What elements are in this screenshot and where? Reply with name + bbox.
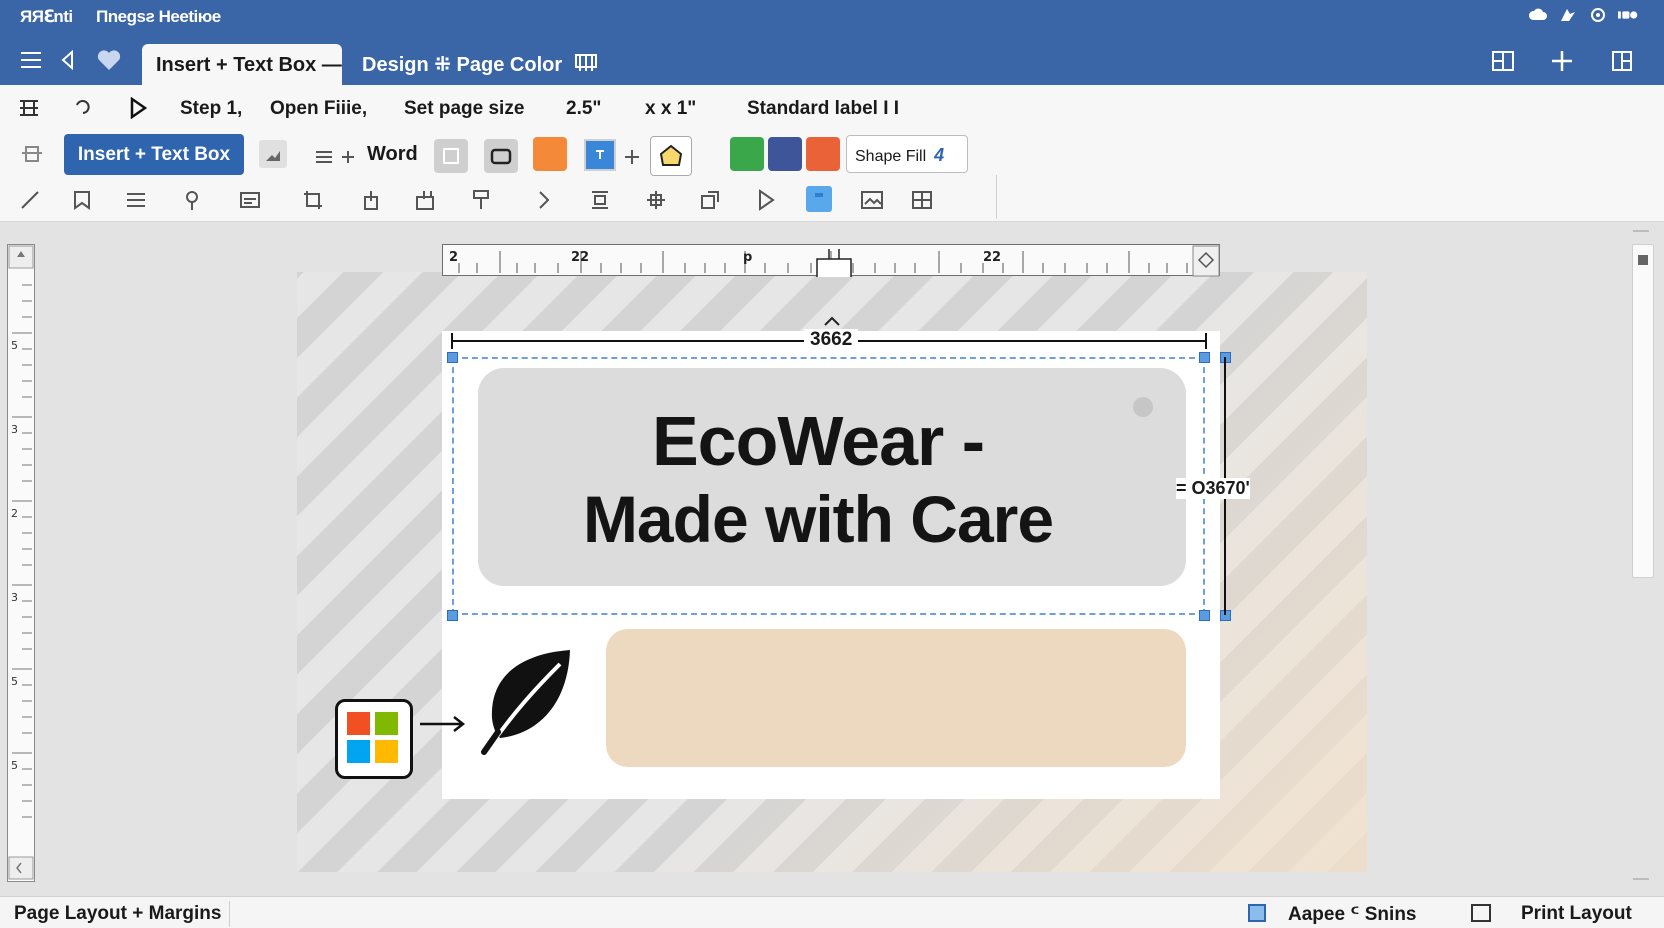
status-bar: Page Layout + Margins Aapee ᑦ Snins Prin… — [0, 896, 1664, 928]
step-open-file: Open Fiiie, — [270, 98, 368, 119]
resize-handle-bl[interactable] — [447, 610, 458, 621]
picture-icon[interactable] — [858, 186, 886, 214]
color-swatch-orange[interactable] — [533, 137, 567, 171]
resize-icon[interactable] — [412, 186, 440, 214]
format-painter-icon[interactable] — [468, 186, 496, 214]
status-mid-text[interactable]: Aapee ᑦ Snins — [1288, 903, 1417, 926]
undo-icon[interactable] — [68, 94, 96, 122]
size-width: 2.5" — [566, 98, 602, 119]
crop-icon[interactable] — [299, 186, 327, 214]
clipboard-icon[interactable] — [806, 186, 832, 212]
selection-outline[interactable] — [452, 357, 1205, 615]
ruler-mark-4: 22 — [983, 250, 1001, 265]
tab-insert[interactable]: Insert + Text Box — — [142, 44, 342, 85]
share-icon[interactable] — [1558, 5, 1578, 25]
info-text-box[interactable] — [606, 629, 1186, 767]
rotate-icon[interactable] — [696, 186, 724, 214]
step-set-page-size: Set page size — [404, 98, 525, 119]
book-icon[interactable] — [574, 52, 598, 76]
menu-icon[interactable] — [18, 47, 44, 73]
align-center-icon[interactable] — [586, 186, 614, 214]
align-icon[interactable] — [122, 186, 150, 214]
layout-icon[interactable] — [1489, 47, 1517, 75]
title-icons — [1528, 5, 1638, 25]
svg-text:2: 2 — [11, 507, 18, 520]
scroll-dash-top — [1633, 230, 1649, 232]
width-dimension-label: 3662 — [804, 329, 859, 351]
height-dimension-label: = O3670' — [1176, 478, 1250, 499]
document-title: Πnegsƨ Heetiюe — [96, 7, 221, 26]
ruler-mark-1: 2 — [449, 250, 458, 265]
color-swatch-green[interactable] — [730, 137, 764, 171]
print-layout-view[interactable]: Print Layout — [1521, 903, 1632, 925]
move-icon[interactable] — [642, 186, 670, 214]
step-1: Step 1, — [180, 98, 243, 119]
leaf-icon — [481, 650, 570, 755]
ribbon-separator — [996, 175, 997, 219]
bookmark-icon[interactable] — [68, 186, 96, 214]
scroll-dash-bottom — [1633, 878, 1649, 880]
square-icon[interactable] — [434, 139, 468, 173]
back-icon[interactable] — [54, 47, 80, 73]
plus-icon[interactable] — [618, 143, 646, 171]
heart-icon[interactable] — [96, 47, 122, 73]
vertical-scrollbar[interactable] — [1632, 244, 1654, 578]
cloud-icon[interactable] — [1528, 5, 1548, 25]
plus-small-icon[interactable] — [334, 143, 362, 171]
vertical-ruler[interactable]: 5 3 2 3 5 5 — [7, 244, 35, 882]
svg-text:5: 5 — [11, 759, 18, 772]
color-swatch-red[interactable] — [806, 137, 840, 171]
status-divider — [229, 901, 230, 927]
size-height: x x 1" — [645, 98, 697, 119]
svg-text:3: 3 — [11, 423, 18, 436]
panel-icon[interactable] — [1608, 47, 1636, 75]
shape-icon[interactable] — [650, 136, 692, 176]
svg-text:5: 5 — [11, 675, 18, 688]
arrow-right-icon — [420, 716, 466, 732]
resize-handle-br[interactable] — [1199, 610, 1210, 621]
image-icon[interactable] — [259, 140, 287, 168]
pin-icon[interactable] — [178, 186, 206, 214]
shape-fill-value: 4 — [934, 145, 945, 165]
status-check-icon[interactable] — [1248, 904, 1266, 922]
svg-text:5: 5 — [11, 339, 18, 352]
layout-view-icon[interactable] — [1471, 904, 1491, 922]
ruler-mark-2: 22 — [571, 250, 589, 265]
add-icon[interactable] — [1548, 47, 1576, 75]
chevron-right-icon[interactable] — [530, 186, 558, 214]
play-outline-icon[interactable] — [752, 186, 780, 214]
windows-logo-icon[interactable] — [335, 699, 413, 779]
shape-fill-dropdown[interactable]: Shape Fill 4 — [846, 135, 968, 173]
word-label: Word — [367, 143, 418, 165]
scroll-thumb[interactable] — [1638, 255, 1648, 265]
tab-design[interactable]: Design ⁜ Page Color — [362, 52, 562, 77]
sync-icon[interactable] — [1588, 5, 1608, 25]
stack-icon[interactable] — [15, 94, 43, 122]
ruler-mark-3: p — [743, 250, 752, 265]
label-type: Standard label I I — [747, 98, 900, 119]
color-swatch-navy[interactable] — [768, 137, 802, 171]
steps-row: Step 1, Open Fiiie, Set page size 2.5" x… — [0, 85, 1664, 131]
account-icon[interactable] — [1618, 5, 1638, 25]
line-icon[interactable] — [16, 186, 44, 214]
title-bar: ЯЯℇnti Πnegsƨ Heetiюe — [0, 0, 1664, 34]
text-box-icon[interactable] — [584, 139, 616, 171]
horizontal-ruler[interactable]: 2 22 p 22 — [442, 244, 1220, 280]
bring-forward-icon[interactable] — [357, 186, 385, 214]
tab-bar: Insert + Text Box — Design ⁜ Page Color — [0, 34, 1664, 85]
ribbon: Step 1, Open Fiiie, Set page size 2.5" x… — [0, 85, 1664, 222]
layers-icon[interactable] — [18, 140, 46, 168]
insert-text-box-button[interactable]: Insert + Text Box — [64, 134, 244, 175]
resize-handle-tr[interactable] — [1199, 352, 1210, 363]
frame-icon[interactable] — [484, 139, 518, 173]
svg-text:3: 3 — [11, 591, 18, 604]
table-icon[interactable] — [908, 186, 936, 214]
textblock-icon[interactable] — [236, 186, 264, 214]
caret-up-icon — [824, 316, 840, 326]
play-icon[interactable] — [124, 94, 152, 122]
shape-fill-label: Shape Fill — [855, 148, 927, 165]
app-name: ЯЯℇnti — [20, 7, 73, 26]
status-page-layout[interactable]: Page Layout + Margins — [14, 903, 221, 925]
resize-handle-tl[interactable] — [447, 352, 458, 363]
